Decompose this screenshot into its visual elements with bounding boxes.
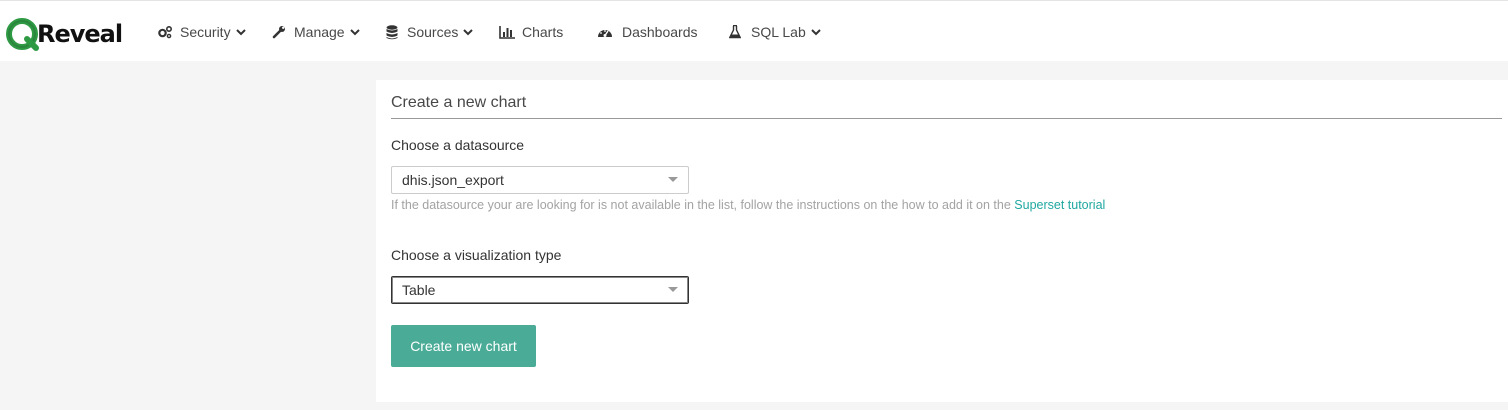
create-chart-panel: Create a new chart Choose a datasource d… — [376, 80, 1508, 402]
nav-manage[interactable]: Manage — [271, 19, 360, 45]
bar-chart-icon — [499, 24, 515, 40]
title-divider — [391, 118, 1502, 119]
dropdown-arrow-icon[interactable] — [668, 287, 678, 292]
chevron-down-icon — [349, 27, 360, 37]
viz-type-select[interactable]: Table — [391, 276, 689, 304]
datasource-select[interactable]: dhis.json_export — [391, 166, 689, 194]
page-title: Create a new chart — [391, 94, 527, 111]
nav-security[interactable]: Security — [157, 19, 246, 45]
datasource-help-text: If the datasource your are looking for i… — [391, 198, 1105, 212]
brand-logo[interactable]: Reveal — [6, 15, 123, 53]
nav-security-label: Security — [180, 24, 231, 40]
chevron-down-icon — [235, 27, 246, 37]
reveal-logo-icon — [6, 18, 39, 51]
wrench-icon — [271, 24, 287, 40]
nav-sql-lab[interactable]: SQL Lab — [727, 19, 821, 45]
nav-charts-label: Charts — [522, 24, 564, 40]
cogs-icon — [157, 24, 173, 40]
chevron-down-icon — [463, 27, 474, 37]
datasource-label: Choose a datasource — [391, 137, 525, 153]
nav-dashboards-label: Dashboards — [622, 24, 698, 40]
chevron-down-icon — [811, 27, 821, 37]
nav-manage-label: Manage — [294, 24, 345, 40]
superset-tutorial-link[interactable]: Superset tutorial — [1014, 198, 1105, 212]
dropdown-arrow-icon[interactable] — [668, 177, 678, 182]
viz-type-label: Choose a visualization type — [391, 247, 562, 263]
brand-name: Reveal — [37, 20, 123, 48]
nav-charts[interactable]: Charts — [499, 19, 563, 45]
datasource-select-value: dhis.json_export — [402, 172, 504, 188]
nav-sources-label: Sources — [407, 24, 459, 40]
database-icon — [384, 24, 400, 40]
help-text: If the datasource your are looking for i… — [391, 198, 1015, 212]
nav-sql-lab-label: SQL Lab — [751, 24, 806, 40]
nav-dashboards[interactable]: Dashboards — [597, 19, 698, 45]
flask-icon — [727, 24, 743, 40]
navbar: Reveal Security Manage Sources Charts Da… — [0, 1, 1508, 61]
viz-type-select-value: Table — [402, 282, 436, 298]
create-new-chart-button[interactable]: Create new chart — [391, 325, 536, 367]
dashboard-icon — [597, 24, 613, 40]
nav-sources[interactable]: Sources — [384, 19, 474, 45]
